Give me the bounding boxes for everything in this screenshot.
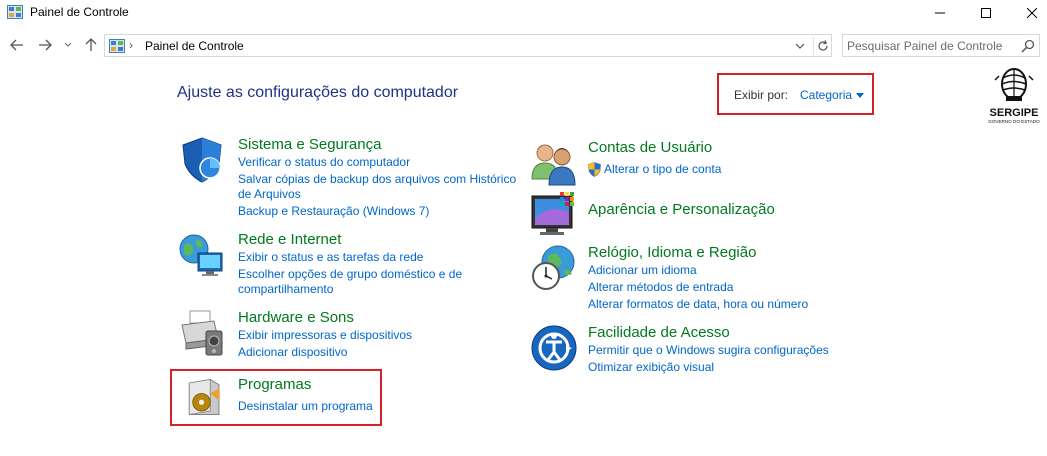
shield-icon[interactable] (178, 136, 226, 184)
breadcrumb-separator[interactable]: › (129, 38, 133, 52)
category-link[interactable]: Alterar formatos de data, hora ou número (588, 296, 808, 313)
ease-of-access-icon[interactable] (530, 324, 578, 372)
caret-down-icon[interactable] (856, 93, 864, 98)
category-title[interactable]: Facilidade de Acesso (588, 324, 730, 341)
refresh-button[interactable] (813, 37, 831, 55)
control-panel-icon (109, 39, 125, 53)
category-title[interactable]: Contas de Usuário (588, 139, 712, 156)
category-link[interactable]: Otimizar exibição visual (588, 359, 714, 376)
close-icon (1027, 8, 1037, 18)
view-by-dropdown[interactable]: Categoria (800, 88, 852, 102)
address-dropdown-button[interactable] (793, 39, 807, 53)
search-box[interactable] (842, 34, 1040, 57)
category-link[interactable]: Exibir o status e as tarefas da rede (238, 249, 423, 266)
chevron-down-icon (64, 42, 72, 47)
back-button[interactable] (8, 36, 26, 54)
maximize-icon (981, 8, 991, 18)
minimize-icon (935, 12, 945, 14)
control-panel-icon (7, 5, 23, 19)
arrow-left-icon (10, 39, 23, 51)
category-link[interactable]: Alterar métodos de entrada (588, 279, 733, 296)
sergipe-logo: SERGIPE GOVERNO DO ESTADO (988, 68, 1040, 124)
arrow-right-icon (39, 39, 52, 51)
category-link[interactable]: de Arquivos (238, 186, 301, 203)
category-title[interactable]: Sistema e Segurança (238, 136, 381, 153)
breadcrumb-control-panel[interactable]: Painel de Controle (145, 39, 244, 53)
category-link[interactable]: Adicionar um idioma (588, 262, 697, 279)
programs-highlight-box (170, 369, 382, 426)
title-bar: Painel de Controle (0, 0, 1047, 26)
appearance-icon[interactable] (530, 190, 578, 238)
category-link[interactable]: Alterar o tipo de conta (604, 161, 721, 178)
clock-globe-icon[interactable] (530, 244, 578, 292)
maximize-button[interactable] (963, 0, 1009, 26)
arrow-up-icon (85, 38, 97, 51)
category-link[interactable]: Backup e Restauração (Windows 7) (238, 203, 429, 220)
category-title[interactable]: Hardware e Sons (238, 309, 354, 326)
view-by-label: Exibir por: (734, 88, 789, 102)
category-link[interactable]: compartilhamento (238, 281, 333, 298)
category-link[interactable]: Adicionar dispositivo (238, 344, 347, 361)
users-icon[interactable] (530, 139, 578, 187)
up-button[interactable] (82, 36, 100, 54)
category-link[interactable]: Permitir que o Windows sugira configuraç… (588, 342, 829, 359)
category-title[interactable]: Aparência e Personalização (588, 201, 775, 218)
uac-shield-icon (588, 162, 601, 177)
refresh-icon (817, 40, 828, 51)
category-link[interactable]: Exibir impressoras e dispositivos (238, 327, 412, 344)
logo-subtext: GOVERNO DO ESTADO (988, 119, 1040, 124)
category-title[interactable]: Rede e Internet (238, 231, 341, 248)
forward-button[interactable] (36, 36, 54, 54)
search-icon[interactable] (1021, 39, 1035, 53)
logo-text: SERGIPE (990, 107, 1039, 119)
window-title: Painel de Controle (30, 5, 129, 19)
category-link[interactable]: Verificar o status do computador (238, 154, 410, 171)
recent-locations-button[interactable] (62, 36, 74, 54)
search-input[interactable] (847, 37, 1017, 54)
category-title[interactable]: Relógio, Idioma e Região (588, 244, 756, 261)
close-button[interactable] (1009, 0, 1047, 26)
printer-icon[interactable] (178, 309, 226, 357)
address-bar[interactable]: › Painel de Controle (104, 34, 832, 57)
network-icon[interactable] (178, 231, 226, 279)
page-title: Ajuste as configurações do computador (177, 84, 459, 101)
navigation-bar: › Painel de Controle (0, 32, 1047, 58)
view-by-box: Exibir por: Categoria (717, 73, 874, 115)
chevron-down-icon (795, 43, 805, 49)
minimize-button[interactable] (917, 0, 963, 26)
